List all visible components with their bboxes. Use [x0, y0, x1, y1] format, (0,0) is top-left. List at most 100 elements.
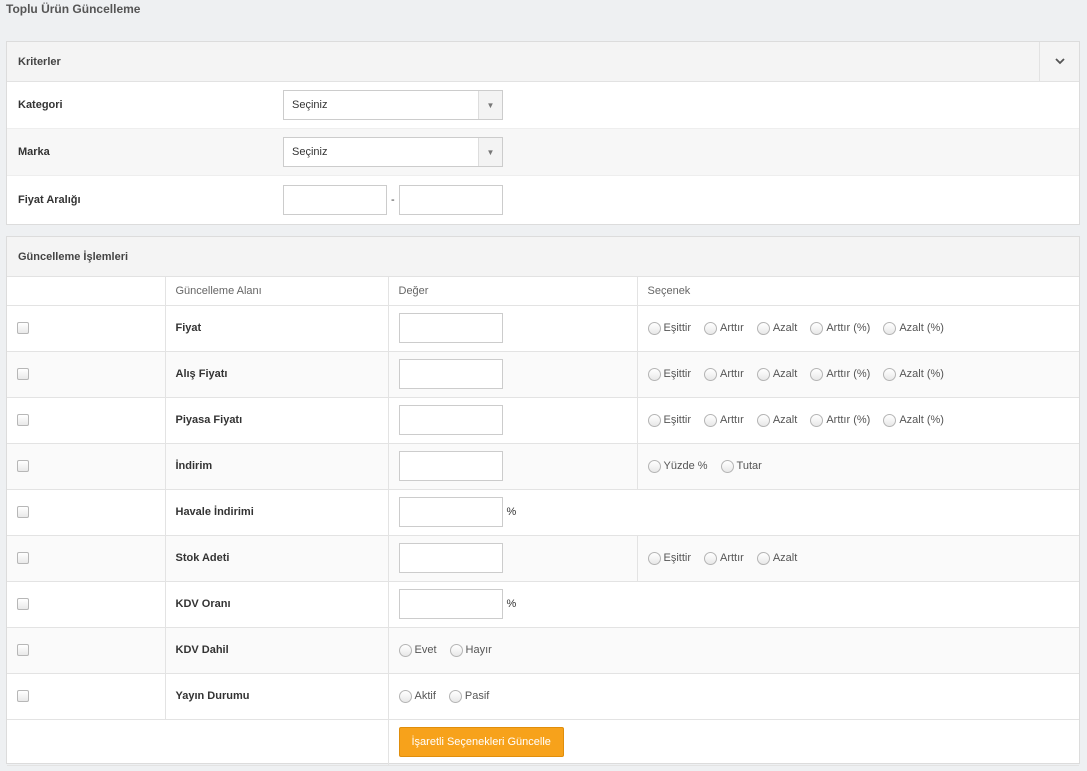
row-checkbox[interactable] — [17, 414, 29, 427]
option-radio[interactable]: Eşittir — [647, 321, 692, 335]
radio-label: Arttır — [720, 368, 744, 380]
column-header: Güncelleme Alanı — [165, 277, 389, 306]
price-min-input[interactable] — [283, 184, 387, 215]
option-radio[interactable]: Yüzde % — [647, 459, 708, 473]
row-checkbox[interactable] — [17, 368, 29, 381]
radio-circle — [398, 643, 412, 657]
option-radio[interactable]: Azalt (%) — [883, 413, 944, 427]
percent-suffix: % — [506, 506, 517, 518]
option-radio[interactable]: Arttır — [704, 413, 744, 427]
criteria-panel: Kriterler Kategori Seçiniz ▼ Marka Seçin… — [6, 41, 1080, 225]
radio-label: Azalt (%) — [899, 368, 944, 380]
option-radio-group: Eşittir Arttır Azalt Arttır (%) Azalt (%) — [647, 413, 1070, 427]
value-input[interactable] — [398, 405, 503, 435]
option-radio[interactable]: Eşittir — [647, 367, 691, 381]
option-radio-group: Eşittir Arttır Azalt — [647, 551, 1070, 565]
option-radio[interactable]: Azalt — [756, 321, 797, 335]
brand-row: Marka Seçiniz ▼ — [7, 129, 1079, 176]
price-range-label: Fiyat Aralığı — [18, 193, 81, 206]
value-input[interactable] — [398, 497, 503, 527]
value-input[interactable] — [398, 451, 503, 481]
radio-circle — [647, 367, 661, 381]
option-radio[interactable]: Eşittir — [647, 413, 692, 427]
value-input[interactable] — [398, 359, 503, 389]
option-radio[interactable]: Pasif — [448, 689, 489, 703]
option-radio[interactable]: Azalt — [756, 413, 798, 427]
option-radio[interactable]: Arttır — [704, 321, 744, 335]
row-checkbox[interactable] — [17, 644, 29, 657]
row-checkbox[interactable] — [17, 552, 29, 565]
table-row: KDV Oranı% — [7, 581, 1079, 628]
column-header: Seçenek — [637, 277, 1079, 306]
row-checkbox[interactable] — [17, 322, 29, 335]
updates-title: Güncelleme İşlemleri — [18, 250, 129, 263]
table-header-row: Güncelleme Alanı Değer Seçenek — [7, 277, 1079, 306]
value-input[interactable] — [398, 589, 503, 619]
dropdown-arrow-icon: ▼ — [478, 91, 502, 119]
radio-label: Eşittir — [663, 322, 692, 334]
row-checkbox[interactable] — [17, 460, 29, 473]
radio-label: Arttır (%) — [826, 368, 871, 380]
category-row: Kategori Seçiniz ▼ — [7, 82, 1079, 129]
option-radio[interactable]: Arttır (%) — [810, 367, 871, 381]
update-selected-button[interactable]: İşaretli Seçenekleri Güncelle — [398, 727, 564, 757]
radio-circle — [756, 321, 770, 335]
option-radio-group: Evet Hayır — [398, 643, 1070, 657]
row-checkbox[interactable] — [17, 690, 29, 703]
option-radio[interactable]: Azalt — [756, 551, 797, 565]
option-radio[interactable]: Arttır — [704, 551, 744, 565]
radio-circle — [810, 367, 824, 381]
option-radio[interactable]: Arttır — [704, 367, 744, 381]
chevron-down-icon — [1054, 58, 1065, 65]
option-radio[interactable]: Tutar — [720, 459, 762, 473]
criteria-title: Kriterler — [18, 55, 61, 68]
option-radio[interactable]: Azalt — [756, 367, 798, 381]
radio-label: Arttır — [720, 552, 744, 564]
radio-label: Arttır — [720, 414, 744, 426]
price-max-input[interactable] — [398, 184, 503, 215]
radio-circle — [704, 413, 717, 427]
radio-label: Arttır — [720, 322, 744, 334]
radio-label: Azalt — [772, 414, 798, 426]
select-column-header — [7, 277, 166, 306]
dropdown-arrow-icon: ▼ — [478, 138, 502, 166]
option-radio[interactable]: Aktif — [398, 689, 436, 703]
price-range-row: Fiyat Aralığı - — [7, 176, 1079, 223]
value-input[interactable] — [398, 313, 503, 343]
radio-label: Evet — [414, 644, 437, 656]
option-radio-group: Eşittir Arttır Azalt Arttır (%) Azalt (%) — [647, 321, 1070, 335]
option-radio[interactable]: Eşittir — [647, 551, 691, 565]
collapse-button[interactable] — [1039, 42, 1079, 81]
radio-circle — [647, 413, 661, 427]
option-radio[interactable]: Arttır (%) — [810, 321, 870, 335]
field-name: İndirim — [165, 443, 389, 490]
value-input[interactable] — [398, 543, 503, 573]
category-label: Kategori — [18, 99, 63, 111]
table-row: Piyasa Fiyatı Eşittir Arttır Azalt Arttır (%… — [7, 397, 1079, 444]
criteria-header: Kriterler — [7, 42, 1079, 82]
category-selected: Seçiniz — [292, 99, 328, 111]
radio-circle — [704, 551, 717, 565]
option-radio-group: Yüzde % Tutar — [647, 459, 1070, 473]
option-radio[interactable]: Evet — [398, 643, 437, 657]
brand-select[interactable]: Seçiniz ▼ — [283, 137, 503, 167]
radio-label: Azalt — [772, 368, 798, 380]
radio-label: Eşittir — [663, 414, 692, 426]
row-checkbox[interactable] — [17, 598, 29, 611]
table-row: Havale İndirimi% — [7, 489, 1079, 536]
field-name: Piyasa Fiyatı — [165, 397, 389, 444]
radio-circle — [720, 459, 734, 473]
row-checkbox[interactable] — [17, 506, 29, 519]
radio-circle — [883, 321, 897, 335]
radio-circle — [449, 643, 463, 657]
option-radio[interactable]: Arttır (%) — [810, 413, 870, 427]
option-radio[interactable]: Hayır — [449, 643, 492, 657]
updates-panel: Güncelleme İşlemleri Güncelleme Alanı De… — [6, 236, 1080, 766]
field-name: Havale İndirimi — [165, 489, 389, 536]
table-row: Alış Fiyatı Eşittir Arttır Azalt Arttır (%) A… — [7, 351, 1079, 398]
category-select[interactable]: Seçiniz ▼ — [283, 90, 503, 120]
field-name: KDV Dahil — [165, 627, 389, 674]
radio-label: Azalt (%) — [899, 414, 944, 426]
option-radio[interactable]: Azalt (%) — [883, 321, 944, 335]
option-radio[interactable]: Azalt (%) — [883, 367, 944, 381]
